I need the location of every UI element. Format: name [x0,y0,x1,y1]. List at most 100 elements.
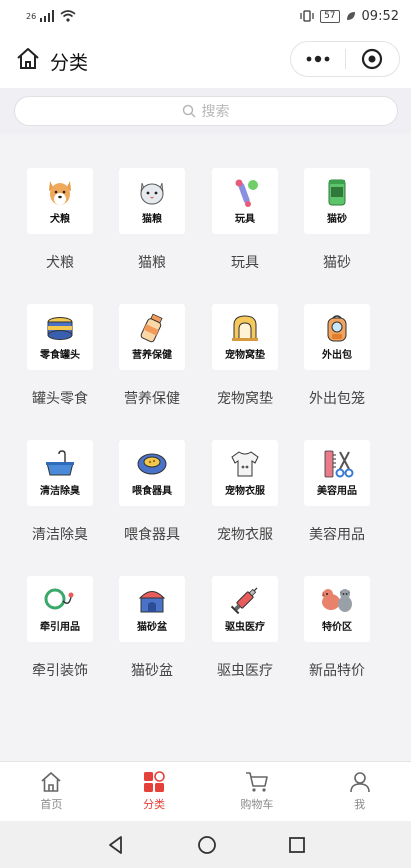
tab-category[interactable]: 分类 [103,762,206,821]
category-name: 猫粮 [138,255,166,271]
category-tile-label: 牵引用品 [40,622,80,633]
app-header: 分类 [0,32,411,88]
category-tile-label: 玩具 [235,214,255,225]
category-item[interactable]: 零食罐头 罐头零食 [14,304,106,424]
category-tile: 玩具 [212,168,278,234]
search-bar: 搜索 [0,88,411,134]
category-item[interactable]: 玩具 玩具 [199,168,291,288]
category-name: 美容用品 [309,527,365,543]
bottle-icon [140,313,163,343]
category-tile-label: 零食罐头 [40,350,80,361]
category-item[interactable]: 猫砂盆 猫砂盆 [106,576,198,696]
mini-program-capsule [290,41,400,77]
category-tile: 零食罐头 [27,304,93,370]
category-tile-label: 驱虫医疗 [225,622,265,633]
category-name: 外出包笼 [309,391,365,407]
tab-home[interactable]: 首页 [0,762,103,821]
cart-icon [245,772,268,792]
category-tile: 美容用品 [304,440,370,506]
can-icon [47,317,73,340]
status-right: 57 09:52 [300,9,399,24]
home-button[interactable] [15,46,41,72]
category-name: 新品特价 [309,663,365,679]
tab-bar: 首页 分类 购物车 我 [0,761,411,821]
shirt-icon [231,451,259,477]
recents-icon[interactable] [288,836,306,854]
category-item[interactable]: 犬粮 犬粮 [14,168,106,288]
category-tile-label: 喂食器具 [132,486,172,497]
category-tile-label: 特价区 [322,622,352,633]
category-tile-label: 猫砂盆 [137,622,167,633]
back-icon[interactable] [106,835,126,855]
clock: 09:52 [361,8,399,24]
category-tile-label: 猫砂 [327,214,347,225]
cat-icon [140,182,164,205]
signal-label: 26 [26,11,37,21]
system-nav-bar [0,821,411,868]
comb-scissors-icon [324,450,354,478]
wifi-icon [60,10,76,22]
category-tile-label: 营养保健 [132,350,172,361]
category-tile: 宠物窝垫 [212,304,278,370]
category-name: 犬粮 [46,255,74,271]
category-name: 玩具 [231,255,259,271]
category-tile-label: 犬粮 [50,214,70,225]
home-icon [17,48,39,69]
close-button[interactable] [345,42,399,76]
category-tile: 宠物衣服 [212,440,278,506]
leash-icon [44,588,74,610]
tab-profile[interactable]: 我 [308,762,411,821]
category-item[interactable]: 外出包 外出包笼 [291,304,383,424]
category-tile: 喂食器具 [119,440,185,506]
tab-label: 首页 [40,798,63,811]
litter-bag-icon [328,179,346,206]
home-icon [41,772,61,792]
user-icon [349,772,370,793]
category-item[interactable]: 宠物衣服 宠物衣服 [199,440,291,560]
syringe-icon [230,587,258,615]
litter-box-icon [138,591,166,613]
category-item[interactable]: 清洁除臭 清洁除臭 [14,440,106,560]
category-tile-label: 外出包 [322,350,352,361]
category-item[interactable]: 驱虫医疗 驱虫医疗 [199,576,291,696]
dog-icon [49,181,71,205]
pets-icon [322,589,352,612]
category-name: 猫砂 [323,255,351,271]
battery-indicator: 57 [320,9,340,23]
category-name: 驱虫医疗 [217,663,273,679]
search-input[interactable]: 搜索 [13,96,398,126]
category-name: 喂食器具 [124,527,180,543]
tab-label: 我 [354,798,366,811]
category-tile-label: 宠物衣服 [225,486,265,497]
category-tile-label: 清洁除臭 [40,486,80,497]
pet-house-icon [232,315,258,341]
category-item[interactable]: 喂食器具 喂食器具 [106,440,198,560]
status-left: 26 [26,10,76,22]
category-item[interactable]: 猫砂 猫砂 [291,168,383,288]
toy-icon [235,179,258,207]
category-tile-label: 美容用品 [317,486,357,497]
category-name: 罐头零食 [32,391,88,407]
category-item[interactable]: 牵引用品 牵引装饰 [14,576,106,696]
search-icon [182,104,196,118]
category-name: 宠物窝垫 [217,391,273,407]
tab-cart[interactable]: 购物车 [206,762,309,821]
bathtub-icon [46,450,74,476]
tab-label: 分类 [143,798,166,811]
category-name: 清洁除臭 [32,527,88,543]
category-item[interactable]: 营养保健 营养保健 [106,304,198,424]
more-dots-icon [306,55,330,63]
category-tile: 猫砂盆 [119,576,185,642]
category-tile: 猫砂 [304,168,370,234]
category-item[interactable]: 宠物窝垫 宠物窝垫 [199,304,291,424]
category-tile: 特价区 [304,576,370,642]
category-item[interactable]: 特价区 新品特价 [291,576,383,696]
category-tile-label: 宠物窝垫 [225,350,265,361]
more-button[interactable] [291,42,345,76]
backpack-icon [327,315,347,342]
category-item[interactable]: 美容用品 美容用品 [291,440,383,560]
vibrate-icon [300,10,314,22]
category-item[interactable]: 猫粮 猫粮 [106,168,198,288]
home-circle-icon[interactable] [197,835,217,855]
category-name: 宠物衣服 [217,527,273,543]
